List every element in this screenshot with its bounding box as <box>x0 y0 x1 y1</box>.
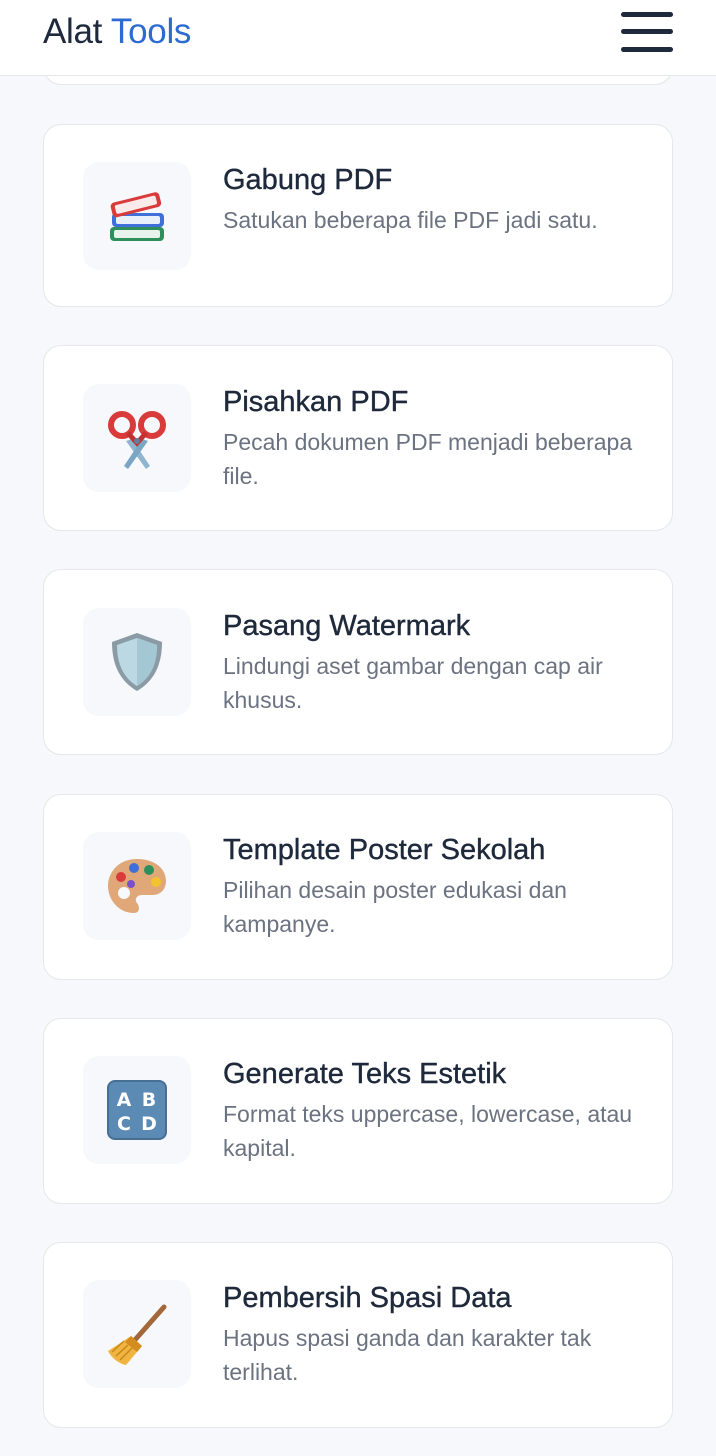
hamburger-menu-icon[interactable] <box>619 10 675 54</box>
tool-title: Template Poster Sekolah <box>223 834 546 866</box>
palette-icon <box>83 832 191 940</box>
abcd-icon: A B C D <box>83 1056 191 1164</box>
tool-description: Hapus spasi ganda dan karakter tak terli… <box>223 1325 592 1385</box>
tool-description: Lindungi aset gambar dengan cap air khus… <box>223 653 603 713</box>
tool-description: Format teks uppercase, lowercase, atau k… <box>223 1101 633 1161</box>
brand-primary-text: Alat <box>43 12 103 51</box>
tool-card-gabung-pdf[interactable]: Gabung PDF Satukan beberapa file PDF jad… <box>43 124 673 307</box>
shield-icon <box>83 608 191 716</box>
tool-description: Pecah dokumen PDF menjadi beberapa file. <box>223 429 633 489</box>
tool-title: Pisahkan PDF <box>223 386 409 418</box>
brand-accent-text: Tools <box>110 12 192 51</box>
tool-card-pasang-watermark[interactable]: Pasang Watermark Lindungi aset gambar de… <box>43 569 673 755</box>
svg-text:B: B <box>142 1089 156 1111</box>
tool-card-pisahkan-pdf[interactable]: Pisahkan PDF Pecah dokumen PDF menjadi b… <box>43 345 673 531</box>
tool-description: Pilihan desain poster edukasi dan kampan… <box>223 877 567 937</box>
tool-title: Generate Teks Estetik <box>223 1058 507 1090</box>
tool-description: Satukan beberapa file PDF jadi satu. <box>223 207 598 233</box>
brand-logo[interactable]: Alat Tools <box>43 11 191 53</box>
svg-text:C: C <box>117 1113 131 1135</box>
tool-card-generate-teks-estetik[interactable]: A B C D Generate Teks Estetik Format tek… <box>43 1018 673 1204</box>
scissors-icon <box>83 384 191 492</box>
app-header: Alat Tools <box>0 0 716 76</box>
tool-card-template-poster-sekolah[interactable]: Template Poster Sekolah Pilihan desain p… <box>43 794 673 980</box>
tool-title: Pembersih Spasi Data <box>223 1282 512 1314</box>
broom-icon <box>83 1280 191 1388</box>
tool-card-pembersih-spasi-data[interactable]: Pembersih Spasi Data Hapus spasi ganda d… <box>43 1242 673 1428</box>
tool-title: Gabung PDF <box>223 164 393 196</box>
svg-text:A: A <box>117 1089 132 1111</box>
tool-title: Pasang Watermark <box>223 610 471 642</box>
svg-text:D: D <box>141 1113 157 1135</box>
books-icon <box>83 162 191 270</box>
